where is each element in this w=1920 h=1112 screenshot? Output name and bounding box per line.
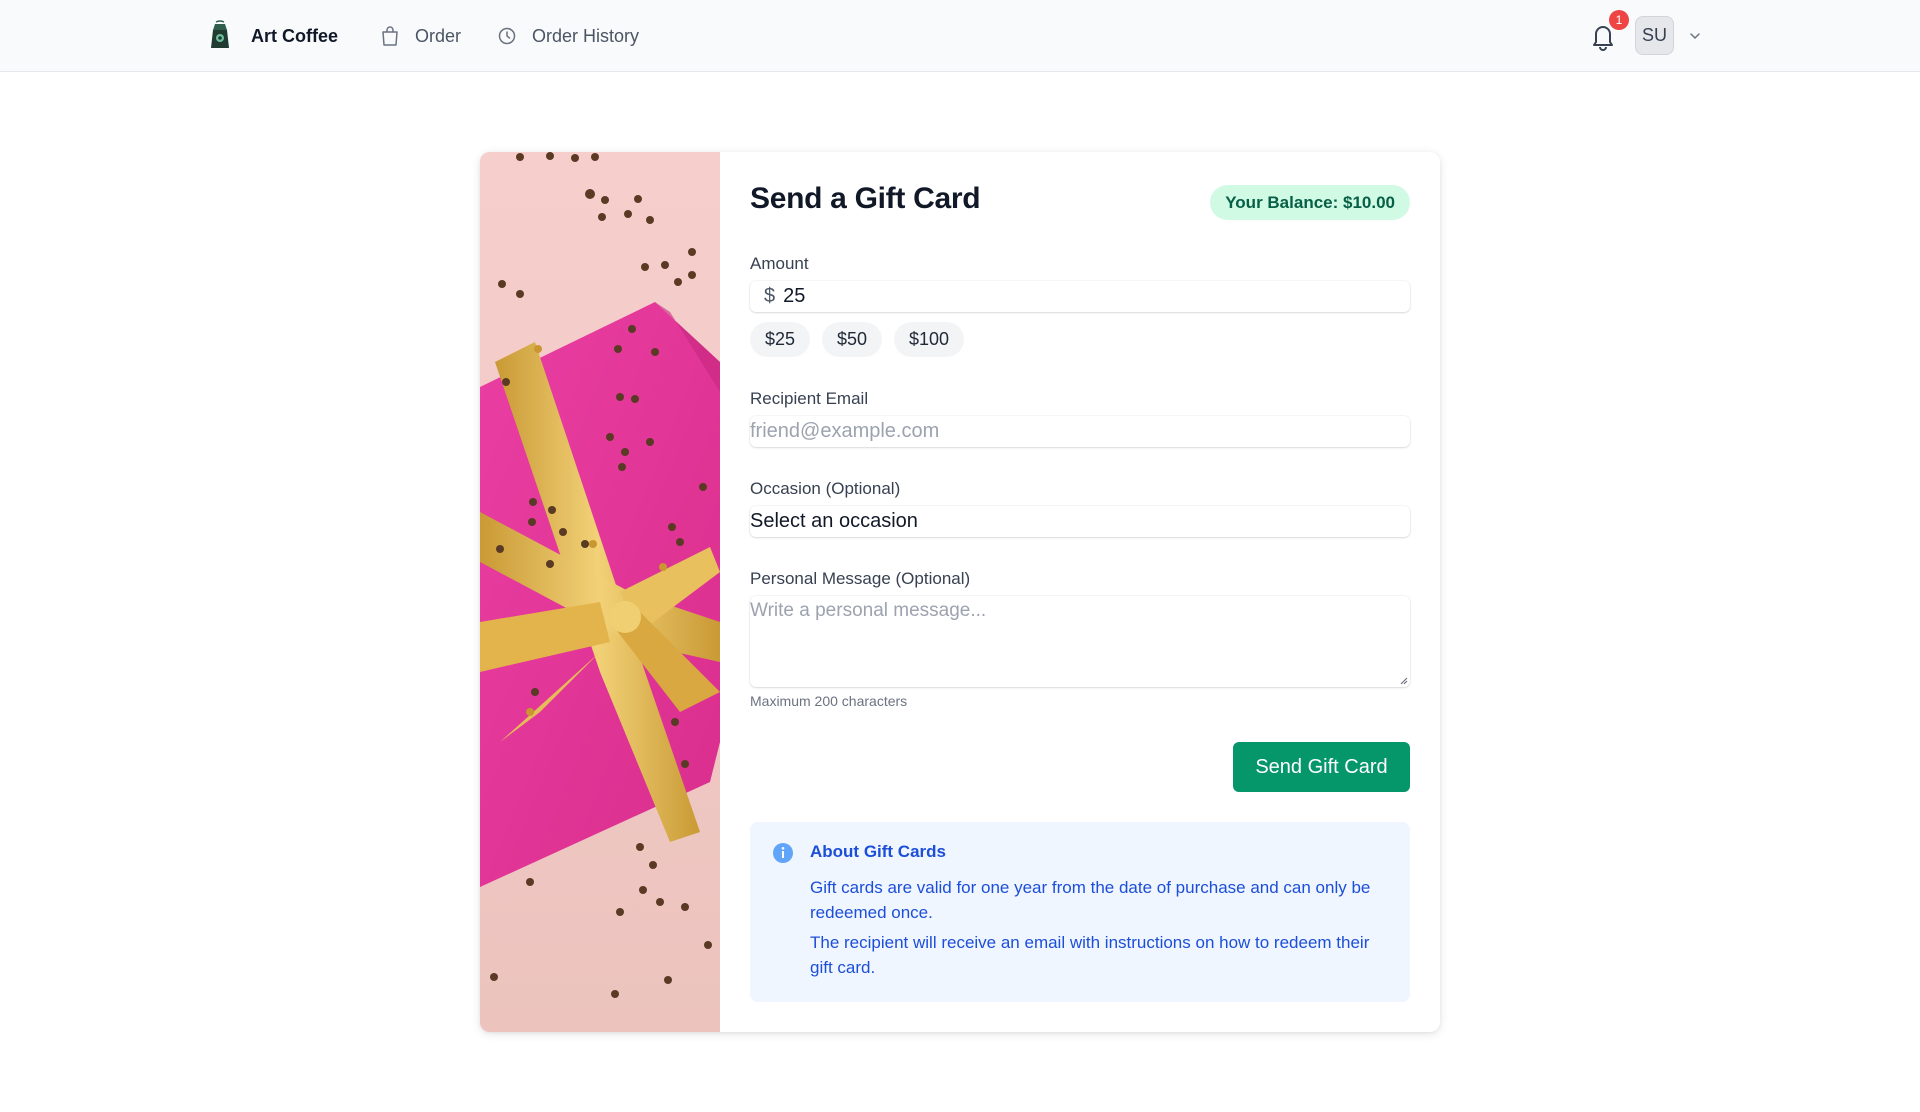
nav-link-order-history-label: Order History	[532, 25, 640, 46]
shopping-bag-icon	[382, 26, 398, 46]
page-title: Send a Gift Card	[750, 182, 981, 215]
about-gift-cards-info: About Gift Cards Gift cards are valid fo…	[750, 822, 1410, 1002]
occasion-select[interactable]: Select an occasion	[750, 506, 1410, 537]
occasion-label: Occasion (Optional)	[750, 479, 901, 498]
balance-badge: Your Balance: $10.00	[1210, 185, 1410, 220]
preset-amount-25-button[interactable]: $25	[750, 322, 811, 357]
nav-link-order[interactable]: Order	[381, 22, 461, 50]
recipient-email-field[interactable]: friend@example.com	[750, 416, 1410, 447]
gift-card-panel: Send a Gift Card Your Balance: $10.00 Am…	[480, 152, 1440, 1032]
info-icon	[773, 843, 793, 863]
amount-value: 25	[783, 285, 806, 307]
gift-box-image	[480, 152, 720, 1032]
occasion-selected-value: Select an occasion	[750, 510, 918, 532]
personal-message-placeholder: Write a personal message...	[750, 600, 987, 621]
user-avatar[interactable]: SU	[1635, 16, 1674, 55]
amount-label: Amount	[750, 254, 809, 273]
recipient-email-placeholder: friend@example.com	[750, 420, 940, 442]
preset-amount-50-button[interactable]: $50	[822, 322, 883, 357]
top-navbar: Art Coffee Order Order History 1 SU	[0, 0, 1920, 72]
info-line-recipient: The recipient will receive an email with…	[810, 933, 1370, 977]
send-gift-card-button[interactable]: Send Gift Card	[1233, 742, 1410, 792]
clock-icon	[498, 27, 516, 45]
currency-symbol: $	[764, 285, 776, 307]
brand-name: Art Coffee	[251, 25, 339, 46]
personal-message-label: Personal Message (Optional)	[750, 569, 971, 588]
info-title: About Gift Cards	[810, 842, 946, 861]
nav-link-order-label: Order	[415, 25, 462, 46]
recipient-email-label: Recipient Email	[750, 389, 869, 408]
amount-input[interactable]: $ 25	[750, 281, 1410, 312]
chevron-down-icon[interactable]	[1687, 28, 1703, 44]
resize-handle-icon[interactable]	[1398, 675, 1408, 685]
notification-count-badge: 1	[1609, 10, 1629, 30]
nav-link-order-history[interactable]: Order History	[498, 22, 639, 50]
brand[interactable]: Art Coffee	[205, 20, 338, 52]
message-helper-text: Maximum 200 characters	[750, 693, 908, 709]
preset-amount-100-button[interactable]: $100	[894, 322, 965, 357]
art-coffee-logo-icon	[211, 20, 229, 48]
info-line-validity: Gift cards are valid for one year from t…	[810, 878, 1371, 922]
send-gift-card-form: Send a Gift Card Your Balance: $10.00 Am…	[750, 152, 1410, 1032]
personal-message-textarea[interactable]: Write a personal message...	[750, 596, 1410, 687]
gift-box-illustration	[480, 152, 720, 1032]
